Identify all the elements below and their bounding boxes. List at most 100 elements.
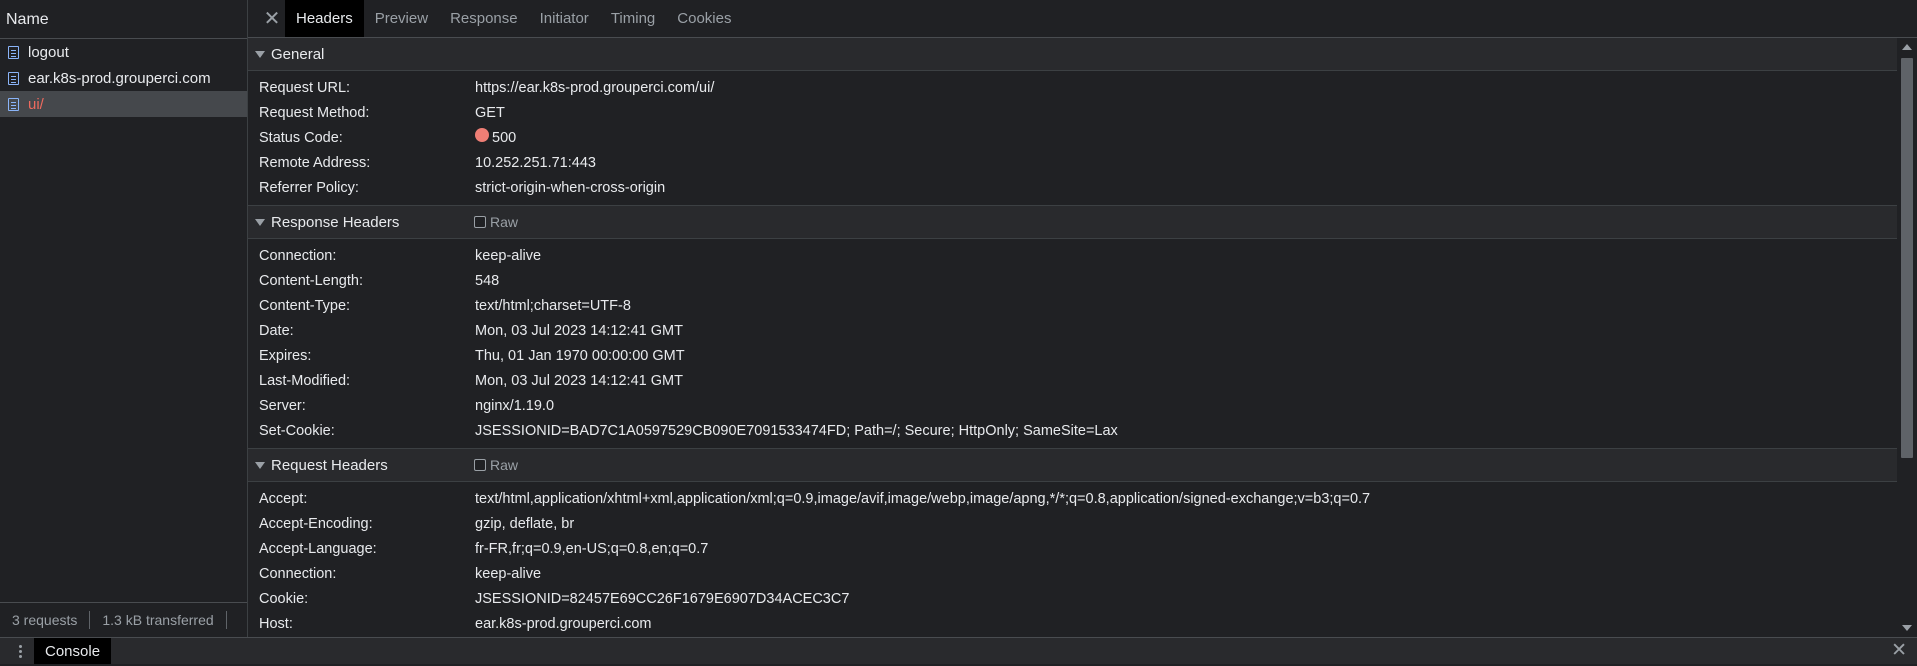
header-key: Request URL:: [259, 79, 351, 96]
more-vertical-icon[interactable]: [16, 638, 24, 664]
header-key: Accept-Encoding:: [259, 515, 373, 532]
header-key: Remote Address:: [259, 154, 371, 171]
header-row: Expires: Thu, 01 Jan 1970 00:00:00 GMT: [248, 343, 1897, 368]
tab-initiator[interactable]: Initiator: [529, 0, 600, 37]
scroll-down-arrow-icon[interactable]: [1902, 625, 1912, 631]
request-headers-section: Accept: text/html,application/xhtml+xml,…: [248, 482, 1897, 637]
details-tab-bar: ✕ Headers Preview Response Initiator Tim…: [248, 0, 1917, 38]
bottom-drawer: Console ✕: [0, 637, 1917, 664]
header-row: Content-Length: 548: [248, 268, 1897, 293]
close-drawer-icon[interactable]: ✕: [1891, 638, 1907, 664]
vertical-scrollbar[interactable]: [1897, 38, 1917, 637]
section-title: General: [271, 45, 325, 63]
header-key: Connection:: [259, 247, 337, 264]
header-key: Host:: [259, 615, 293, 632]
name-column-header[interactable]: Name: [0, 0, 247, 39]
status-code-value: 500: [475, 127, 517, 146]
request-details-panel: ✕ Headers Preview Response Initiator Tim…: [248, 0, 1917, 637]
header-key: Date:: [259, 322, 294, 339]
header-row: Cookie: JSESSIONID=82457E69CC26F1679E690…: [248, 586, 1897, 611]
header-key: Connection:: [259, 565, 337, 582]
header-value: Mon, 03 Jul 2023 14:12:41 GMT: [475, 372, 683, 389]
header-value: strict-origin-when-cross-origin: [475, 179, 666, 196]
header-key: Content-Length:: [259, 272, 363, 289]
header-row: Server: nginx/1.19.0: [248, 393, 1897, 418]
header-value: fr-FR,fr;q=0.9,en-US;q=0.8,en;q=0.7: [475, 540, 709, 557]
status-error-dot-icon: [475, 127, 489, 142]
header-key: Referrer Policy:: [259, 179, 359, 196]
header-value: gzip, deflate, br: [475, 515, 575, 532]
header-value: JSESSIONID=82457E69CC26F1679E6907D34ACEC…: [475, 590, 850, 607]
header-key: Accept-Language:: [259, 540, 377, 557]
header-row: Request Method: GET: [248, 100, 1897, 125]
status-code-text: 500: [492, 129, 517, 146]
header-key: Set-Cookie:: [259, 422, 335, 439]
response-headers-section: Connection: keep-alive Content-Length: 5…: [248, 239, 1897, 448]
document-icon: [8, 97, 19, 111]
header-value: text/html;charset=UTF-8: [475, 297, 631, 314]
header-key: Cookie:: [259, 590, 309, 607]
tab-preview[interactable]: Preview: [364, 0, 439, 37]
header-value: text/html,application/xhtml+xml,applicat…: [475, 490, 1371, 507]
header-row: Connection: keep-alive: [248, 561, 1897, 586]
document-icon: [8, 45, 19, 59]
header-key: Content-Type:: [259, 297, 351, 314]
header-row: Accept-Encoding: gzip, deflate, br: [248, 511, 1897, 536]
request-list-panel: Name logout ear.k8s-prod.grouperci.com u…: [0, 0, 248, 637]
header-value: Thu, 01 Jan 1970 00:00:00 GMT: [475, 347, 685, 364]
header-key: Request Method:: [259, 104, 370, 121]
general-section: Request URL: https://ear.k8s-prod.groupe…: [248, 71, 1897, 205]
header-row: Set-Cookie: JSESSIONID=BAD7C1A0597529CB0…: [248, 418, 1897, 443]
request-row-ui[interactable]: ui/: [0, 91, 247, 117]
request-label: ui/: [28, 95, 44, 113]
header-row: Accept: text/html,application/xhtml+xml,…: [248, 486, 1897, 511]
raw-checkbox[interactable]: [474, 459, 486, 471]
tab-headers[interactable]: Headers: [285, 0, 364, 37]
raw-toggle[interactable]: Raw: [474, 214, 518, 230]
tab-console[interactable]: Console: [34, 638, 112, 664]
header-row: Referrer Policy: strict-origin-when-cros…: [248, 175, 1897, 200]
scroll-up-arrow-icon[interactable]: [1902, 44, 1912, 50]
collapse-triangle-icon: [255, 218, 265, 226]
header-key: Accept:: [259, 490, 308, 507]
header-value: keep-alive: [475, 247, 542, 264]
header-row: Accept-Language: fr-FR,fr;q=0.9,en-US;q=…: [248, 536, 1897, 561]
request-row-logout[interactable]: logout: [0, 39, 247, 65]
header-value: https://ear.k8s-prod.grouperci.com/ui/: [475, 79, 715, 96]
response-headers-section-header[interactable]: Response Headers Raw: [248, 205, 1897, 239]
document-icon: [8, 71, 19, 85]
header-key: Expires:: [259, 347, 312, 364]
tab-cookies[interactable]: Cookies: [666, 0, 742, 37]
section-title: Request Headers: [271, 456, 388, 474]
tab-response[interactable]: Response: [439, 0, 529, 37]
close-icon[interactable]: ✕: [259, 0, 285, 37]
header-key: Status Code:: [259, 129, 343, 146]
raw-checkbox[interactable]: [474, 216, 486, 228]
header-row: Content-Type: text/html;charset=UTF-8: [248, 293, 1897, 318]
request-count: 3 requests: [12, 612, 78, 628]
header-value: Mon, 03 Jul 2023 14:12:41 GMT: [475, 322, 683, 339]
header-value: GET: [475, 104, 505, 121]
request-label: logout: [28, 43, 69, 61]
transferred-size: 1.3 kB transferred: [102, 612, 214, 628]
request-label: ear.k8s-prod.grouperci.com: [28, 69, 211, 87]
status-bar: 3 requests 1.3 kB transferred: [0, 602, 247, 637]
general-section-header[interactable]: General: [248, 38, 1897, 71]
header-value: 10.252.251.71:443: [475, 154, 596, 171]
header-value: nginx/1.19.0: [475, 397, 555, 414]
header-row: Connection: keep-alive: [248, 243, 1897, 268]
header-row: Remote Address: 10.252.251.71:443: [248, 150, 1897, 175]
scroll-thumb[interactable]: [1901, 58, 1913, 458]
request-headers-section-header[interactable]: Request Headers Raw: [248, 448, 1897, 482]
header-row: Host: ear.k8s-prod.grouperci.com: [248, 611, 1897, 636]
collapse-triangle-icon: [255, 50, 265, 58]
divider: [225, 611, 227, 629]
collapse-triangle-icon: [255, 461, 265, 469]
header-row: Request URL: https://ear.k8s-prod.groupe…: [248, 75, 1897, 100]
tab-timing[interactable]: Timing: [600, 0, 666, 37]
headers-content: General Request URL: https://ear.k8s-pro…: [248, 38, 1897, 637]
request-row-ear-k8s[interactable]: ear.k8s-prod.grouperci.com: [0, 65, 247, 91]
header-row: Date: Mon, 03 Jul 2023 14:12:41 GMT: [248, 318, 1897, 343]
raw-toggle[interactable]: Raw: [474, 457, 518, 473]
header-value: keep-alive: [475, 565, 542, 582]
